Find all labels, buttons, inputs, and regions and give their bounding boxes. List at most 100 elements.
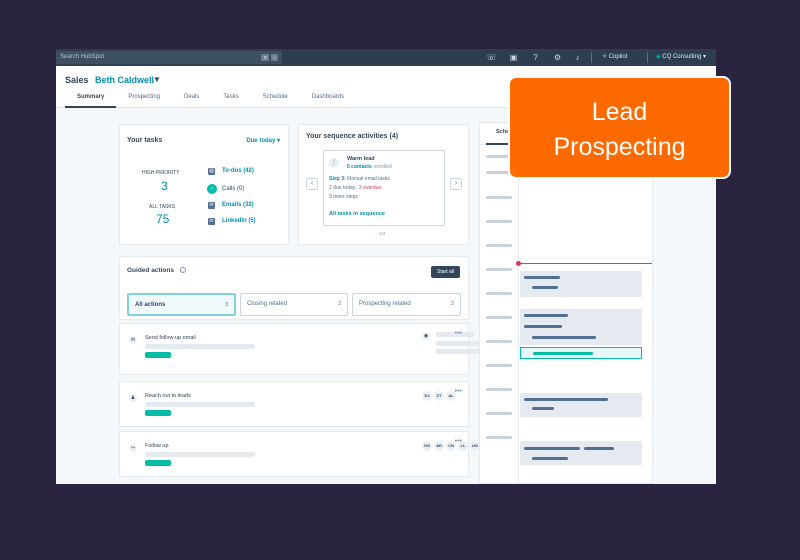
guided-action-row[interactable]: ↪ Follow up OG AD CN LL UO ••• bbox=[119, 431, 480, 477]
calls-check-icon: ✓ bbox=[207, 184, 217, 194]
high-priority-count[interactable]: 3 bbox=[161, 179, 168, 193]
linkedin-link[interactable]: LinkedIn (5) bbox=[222, 218, 256, 224]
event-bar bbox=[524, 325, 562, 328]
time-label bbox=[486, 244, 512, 247]
avatar[interactable]: DJ bbox=[422, 391, 432, 401]
more-options-icon[interactable]: ••• bbox=[455, 330, 462, 337]
account-menu[interactable]: ◈ CQ Consulting ▾ bbox=[656, 49, 706, 66]
help-icon[interactable]: ? bbox=[530, 52, 541, 63]
time-label bbox=[486, 292, 512, 295]
tab-dashboards[interactable]: Dashboards bbox=[300, 93, 356, 108]
filter-closing-related[interactable]: Closing related 2 bbox=[240, 293, 348, 316]
event-bar bbox=[524, 276, 560, 279]
phone-icon[interactable]: ☏ bbox=[486, 52, 497, 63]
tab-deals[interactable]: Deals bbox=[172, 93, 211, 108]
time-label bbox=[486, 316, 512, 319]
sequence-card-title: Your sequence activities (4) bbox=[306, 133, 399, 140]
shortcut-key-cmd: ⌘ bbox=[261, 54, 270, 61]
all-tasks-label: ALL TASKS bbox=[149, 204, 176, 210]
sequence-overdue: 2 overdue bbox=[359, 185, 382, 191]
info-icon[interactable]: i bbox=[180, 267, 186, 273]
calendar-event[interactable] bbox=[520, 441, 642, 465]
calendar-event[interactable] bbox=[520, 271, 642, 297]
avatar[interactable]: OG bbox=[422, 441, 432, 451]
tab-tasks[interactable]: Tasks bbox=[211, 93, 250, 108]
sequence-item[interactable]: ⋮ Warm lead 5 contacts enrolled Step 3: … bbox=[323, 150, 445, 226]
time-label bbox=[486, 196, 512, 199]
tab-summary[interactable]: Summary bbox=[65, 93, 117, 108]
copilot-sparkle-icon: ✧ bbox=[602, 54, 609, 60]
more-options-icon[interactable]: ••• bbox=[455, 438, 462, 445]
topbar-divider bbox=[647, 52, 648, 63]
more-options-icon[interactable]: ••• bbox=[455, 388, 462, 395]
guided-action-row[interactable]: ✉ Send follow up email ◉ ••• bbox=[119, 323, 486, 375]
event-bar bbox=[524, 398, 608, 401]
email-icon: ✉ bbox=[129, 336, 137, 344]
follow-up-icon: ↪ bbox=[129, 444, 137, 452]
time-label bbox=[486, 436, 512, 439]
calendar-event[interactable] bbox=[520, 309, 642, 345]
linkedin-icon: in bbox=[208, 218, 215, 225]
emails-link[interactable]: Emails (32) bbox=[222, 202, 254, 208]
sequence-pager: 1/4 bbox=[379, 231, 386, 236]
calls-label[interactable]: Calls (0) bbox=[222, 186, 244, 192]
due-filter-dropdown[interactable]: Due today ▾ bbox=[246, 137, 280, 144]
eye-icon: ◉ bbox=[422, 332, 430, 340]
guided-actions-title: Guided actions bbox=[127, 267, 174, 274]
marketplace-icon[interactable]: ▣ bbox=[508, 52, 519, 63]
settings-gear-icon[interactable]: ⚙ bbox=[552, 52, 563, 63]
prev-arrow-icon[interactable]: ‹ bbox=[306, 178, 318, 190]
time-label bbox=[486, 388, 512, 391]
filter-all-actions[interactable]: All actions 3 bbox=[127, 293, 236, 316]
all-tasks-in-sequence-link[interactable]: All tasks in sequence bbox=[329, 211, 385, 217]
event-bar bbox=[532, 336, 596, 339]
sequence-contacts-link[interactable]: 5 contacts bbox=[347, 164, 372, 170]
time-label bbox=[486, 340, 512, 343]
filter-prospecting-related[interactable]: Prospecting related 2 bbox=[352, 293, 461, 316]
action-tag[interactable] bbox=[145, 410, 171, 416]
time-column-divider bbox=[518, 145, 519, 484]
todos-link[interactable]: To-dos (42) bbox=[222, 168, 254, 174]
calendar-event-selected[interactable] bbox=[520, 347, 642, 359]
placeholder-bar bbox=[436, 341, 480, 346]
filter-count: 2 bbox=[338, 301, 341, 307]
guided-actions-card: Guided actions i Start all All actions 3… bbox=[119, 256, 469, 320]
guided-action-label: Follow up bbox=[145, 443, 169, 449]
keyboard-shortcut: ⌘ K bbox=[261, 54, 278, 61]
guided-action-row[interactable]: ♟ Reach out to leads DJ ZT AL ••• bbox=[119, 381, 469, 427]
tab-prospecting[interactable]: Prospecting bbox=[116, 93, 172, 108]
sequence-icon: ⋮ bbox=[329, 158, 339, 168]
sequence-more-steps: 3 more steps bbox=[329, 194, 358, 200]
high-priority-label: HIGH PRIORITY bbox=[142, 170, 180, 176]
owner-selector[interactable]: Beth Caldwell bbox=[95, 75, 154, 85]
copilot-button[interactable]: ✧ Copilot bbox=[602, 49, 627, 66]
event-bar bbox=[584, 447, 614, 450]
action-tag[interactable] bbox=[145, 460, 171, 466]
filter-count: 2 bbox=[451, 301, 454, 307]
chevron-down-icon: ▾ bbox=[701, 54, 706, 60]
time-label bbox=[486, 220, 512, 223]
event-bar bbox=[524, 314, 568, 317]
avatar[interactable]: ZT bbox=[434, 391, 444, 401]
global-nav-bar: Search HubSpot ⌘ K ☏ ▣ ? ⚙ ♪ ✧ Copilot ◈… bbox=[56, 49, 716, 66]
notifications-bell-icon[interactable]: ♪ bbox=[572, 52, 583, 63]
person-icon: ♟ bbox=[129, 394, 137, 402]
page-tabs: Summary Prospecting Deals Tasks Schedule… bbox=[65, 93, 356, 108]
action-tag[interactable] bbox=[145, 352, 171, 358]
start-all-button[interactable]: Start all bbox=[431, 266, 460, 278]
next-arrow-icon[interactable]: › bbox=[450, 178, 462, 190]
calendar-event[interactable] bbox=[520, 393, 642, 417]
tasks-card-title: Your tasks bbox=[127, 137, 163, 144]
time-label bbox=[486, 268, 512, 271]
tab-schedule[interactable]: Schedule bbox=[251, 93, 300, 108]
all-tasks-count[interactable]: 75 bbox=[156, 212, 169, 226]
time-label bbox=[486, 364, 512, 367]
topbar-divider bbox=[591, 52, 592, 63]
filter-label: All actions bbox=[135, 302, 166, 308]
caret-down-icon[interactable]: ▼ bbox=[153, 75, 161, 84]
search-input[interactable]: Search HubSpot ⌘ K bbox=[56, 51, 282, 64]
email-icon: ✉ bbox=[208, 202, 215, 209]
avatar[interactable]: AD bbox=[434, 441, 444, 451]
filter-count: 3 bbox=[225, 302, 228, 308]
callout-line-1: Lead bbox=[591, 98, 648, 126]
